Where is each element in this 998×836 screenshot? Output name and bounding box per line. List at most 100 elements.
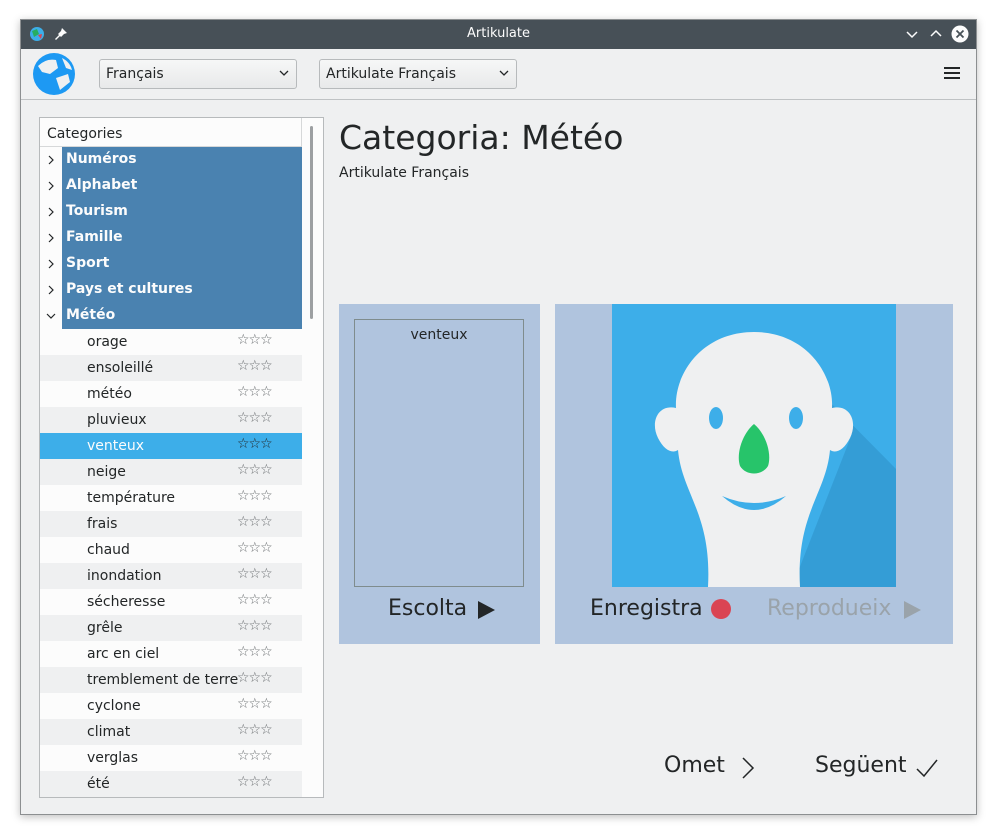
listen-label: Escolta (388, 596, 468, 621)
toolbar: Français Artikulate Français (21, 49, 976, 100)
category-item[interactable]: Tourism (40, 199, 302, 225)
word-item[interactable]: frais ☆☆☆ (40, 511, 302, 537)
word-label: chaud (87, 542, 130, 558)
rating-stars-icon: ☆☆☆ (237, 488, 273, 504)
rating-stars-icon: ☆☆☆ (237, 358, 273, 374)
chevron-right-icon[interactable] (46, 257, 56, 271)
word-label: température (87, 490, 175, 506)
word-label: inondation (87, 568, 162, 584)
title-bar: Artikulate (21, 20, 976, 49)
record-button[interactable]: Enregistra (590, 596, 731, 621)
face-illustration-icon (654, 332, 896, 587)
app-logo-icon (33, 53, 75, 95)
language-select[interactable]: Français (99, 59, 297, 89)
word-label: orage (87, 334, 128, 350)
word-item[interactable]: arc en ciel ☆☆☆ (40, 641, 302, 667)
category-label: Alphabet (66, 177, 138, 193)
chevron-right-icon[interactable] (46, 153, 56, 167)
category-item[interactable]: Numéros (40, 147, 302, 173)
page-title: Categoria: Météo (339, 118, 624, 157)
word-item[interactable]: température ☆☆☆ (40, 485, 302, 511)
skip-button[interactable]: Omet (664, 753, 755, 779)
category-item[interactable]: Alphabet (40, 173, 302, 199)
chevron-down-icon (499, 70, 509, 76)
word-label: arc en ciel (87, 646, 160, 662)
next-label: Següent (815, 753, 907, 778)
rating-stars-icon: ☆☆☆ (237, 670, 273, 686)
listen-panel: venteux Escolta (339, 304, 540, 644)
chevron-right-icon[interactable] (46, 179, 56, 193)
word-item[interactable]: chaud ☆☆☆ (40, 537, 302, 563)
category-item[interactable]: Sport (40, 251, 302, 277)
rating-stars-icon: ☆☆☆ (237, 748, 273, 764)
category-label: Pays et cultures (66, 281, 193, 297)
word-label: sécheresse (87, 594, 166, 610)
word-label: pluvieux (87, 412, 147, 428)
word-item[interactable]: sécheresse ☆☆☆ (40, 589, 302, 615)
minimize-icon[interactable] (903, 25, 921, 43)
chevron-right-icon[interactable] (46, 205, 56, 219)
play-recording-label: Reprodueix (767, 596, 892, 621)
record-icon (711, 599, 731, 619)
tree-header: Categories (40, 118, 302, 147)
word-item[interactable]: tremblement de terre ☆☆☆ (40, 667, 302, 693)
word-item[interactable]: pluvieux ☆☆☆ (40, 407, 302, 433)
word-label: grêle (87, 620, 123, 636)
word-label: verglas (87, 750, 139, 766)
app-window: Artikulate Français Artikulate Français … (20, 19, 977, 815)
category-label: Tourism (66, 203, 128, 219)
category-label: Météo (66, 307, 116, 323)
word-label: frais (87, 516, 118, 532)
listen-button[interactable]: Escolta (388, 596, 495, 621)
play-recording-button[interactable]: Reprodueix (767, 596, 921, 621)
category-item[interactable]: Famille (40, 225, 302, 251)
chevron-down-icon (279, 70, 289, 76)
rating-stars-icon: ☆☆☆ (237, 410, 273, 426)
speaker-face-image (612, 304, 896, 587)
word-item[interactable]: inondation ☆☆☆ (40, 563, 302, 589)
maximize-icon[interactable] (927, 25, 945, 43)
word-label: été (87, 776, 110, 792)
language-select-value: Français (106, 66, 164, 82)
word-label: tremblement de terre (87, 672, 239, 688)
record-panel: Enregistra Reprodueix (555, 304, 953, 644)
word-label: venteux (87, 438, 145, 454)
course-select-value: Artikulate Français (326, 66, 456, 82)
word-label: ensoleillé (87, 360, 154, 376)
word-item[interactable]: météo ☆☆☆ (40, 381, 302, 407)
checkmark-icon (916, 759, 938, 778)
tree-scrollbar[interactable] (310, 126, 313, 319)
word-item[interactable]: orage ☆☆☆ (40, 329, 302, 355)
word-item[interactable]: ensoleillé ☆☆☆ (40, 355, 302, 381)
word-item[interactable]: verglas ☆☆☆ (40, 745, 302, 771)
current-word-box: venteux (354, 319, 524, 587)
word-label: climat (87, 724, 131, 740)
current-word: venteux (410, 327, 468, 343)
rating-stars-icon: ☆☆☆ (237, 384, 273, 400)
word-label: cyclone (87, 698, 141, 714)
chevron-down-icon[interactable] (46, 309, 56, 323)
category-label: Famille (66, 229, 123, 245)
category-tree[interactable]: Categories Numéros Alphabet Tourism Fami… (39, 117, 324, 798)
word-item[interactable]: neige ☆☆☆ (40, 459, 302, 485)
close-icon[interactable] (951, 25, 969, 43)
rating-stars-icon: ☆☆☆ (237, 566, 273, 582)
window-title: Artikulate (467, 26, 530, 41)
chevron-right-icon[interactable] (46, 231, 56, 245)
category-item[interactable]: Pays et cultures (40, 277, 302, 303)
hamburger-menu-icon[interactable] (944, 67, 960, 81)
course-subtitle: Artikulate Français (339, 165, 469, 181)
rating-stars-icon: ☆☆☆ (237, 436, 273, 452)
next-button[interactable]: Següent (815, 753, 938, 778)
course-select[interactable]: Artikulate Français (319, 59, 517, 89)
category-item[interactable]: Météo (40, 303, 302, 329)
word-item[interactable]: climat ☆☆☆ (40, 719, 302, 745)
rating-stars-icon: ☆☆☆ (237, 332, 273, 348)
word-item[interactable]: grêle ☆☆☆ (40, 615, 302, 641)
chevron-right-icon[interactable] (46, 283, 56, 297)
category-label: Sport (66, 255, 110, 271)
word-item-selected[interactable]: venteux ☆☆☆ (40, 433, 302, 459)
word-item[interactable]: cyclone ☆☆☆ (40, 693, 302, 719)
rating-stars-icon: ☆☆☆ (237, 514, 273, 530)
word-item[interactable]: été ☆☆☆ (40, 771, 302, 797)
